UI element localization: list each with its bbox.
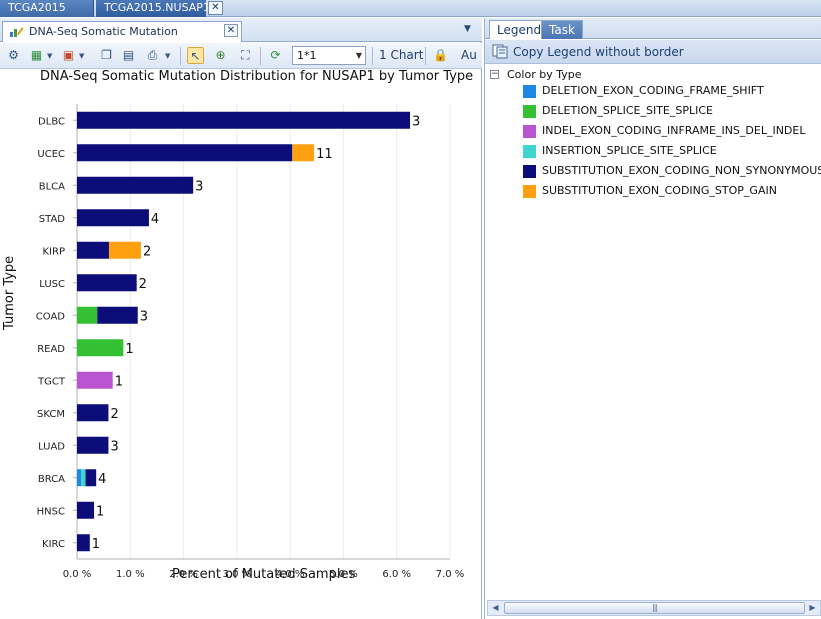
x-tick-label: 3.0 %	[223, 569, 252, 580]
legend-label: SUBSTITUTION_EXON_CODING_STOP_GAIN	[542, 184, 777, 197]
legend-swatch	[523, 185, 536, 198]
doc-tab-label: TCGA2015.NUSAP1	[104, 1, 210, 14]
data-label: 4	[151, 212, 159, 227]
bar-segment	[77, 404, 109, 422]
legend-swatch	[523, 125, 536, 138]
x-tick-label: 6.0 %	[382, 569, 411, 580]
data-label: 3	[412, 114, 420, 129]
bar-segment	[77, 306, 98, 324]
doc-tab-tcga2015-nusap1[interactable]: TCGA2015.NUSAP1	[96, 0, 210, 17]
bar-segment	[77, 371, 113, 389]
data-label: 4	[98, 472, 106, 487]
x-tick-label: 0.0 %	[63, 569, 92, 580]
y-tick-label: SKCM	[37, 409, 65, 420]
document-tab-strip: TCGA2015 TCGA2015.NUSAP1 ✕	[0, 0, 821, 17]
data-label: 1	[92, 537, 100, 552]
data-label: 2	[139, 277, 147, 292]
bar-segment	[77, 339, 124, 357]
y-tick-label: LUAD	[38, 441, 65, 452]
doc-tab-tcga2015[interactable]: TCGA2015	[0, 0, 94, 17]
data-label: 3	[140, 309, 148, 324]
x-tick-label: 5.0 %	[329, 569, 358, 580]
horizontal-scrollbar[interactable]: ◀ ||| ▶	[487, 600, 821, 616]
data-label: 1	[115, 374, 123, 389]
x-tick-label: 4.0 %	[276, 569, 305, 580]
collapse-icon[interactable]: −	[490, 70, 499, 79]
bar-segment	[77, 209, 149, 227]
y-tick-label: READ	[37, 344, 65, 355]
y-tick-label: DLBC	[38, 116, 65, 127]
legend-swatch	[523, 85, 536, 98]
legend-group-label: Color by Type	[507, 68, 582, 81]
scroll-left-icon[interactable]: ◀	[488, 601, 503, 615]
data-label: 11	[316, 147, 333, 162]
scrollbar-thumb[interactable]: |||	[504, 602, 805, 614]
legend-label: INSERTION_SPLICE_SITE_SPLICE	[542, 144, 717, 157]
legend-label: DELETION_EXON_CODING_FRAME_SHIFT	[542, 84, 764, 97]
bar-segment	[77, 176, 194, 194]
close-icon[interactable]: ✕	[208, 1, 223, 15]
data-label: 1	[96, 504, 104, 519]
x-tick-label: 2.0 %	[169, 569, 198, 580]
y-tick-label: KIRC	[42, 539, 65, 550]
data-label: 2	[143, 244, 151, 259]
data-label: 3	[195, 179, 203, 194]
y-tick-label: BLCA	[39, 181, 65, 192]
data-label: 2	[110, 407, 118, 422]
x-tick-label: 7.0 %	[436, 569, 465, 580]
data-label: 3	[110, 439, 118, 454]
scroll-right-icon[interactable]: ▶	[805, 601, 820, 615]
y-tick-label: LUSC	[39, 279, 65, 290]
data-label: 1	[125, 342, 133, 357]
legend-label: SUBSTITUTION_EXON_CODING_NON_SYNONYMOUS	[542, 164, 821, 177]
legend-pane-tab-row: Legend Task	[485, 18, 821, 39]
legend-pane: Legend Task Copy Legend without border −…	[484, 18, 821, 619]
bar-segment	[81, 469, 86, 487]
doc-tab-label: TCGA2015	[8, 1, 66, 14]
bar-segment	[77, 274, 137, 292]
bar-chart: 0.0 % 1.0 % 2.0 % 3.0 % 4.0 % 5.0 % 6.0 % 7.0 %…	[36, 104, 465, 580]
y-tick-label: COAD	[36, 311, 66, 322]
copy-legend-icon[interactable]	[492, 44, 508, 59]
y-tick-label: UCEC	[37, 149, 65, 160]
legend-label: DELETION_SPLICE_SITE_SPLICE	[542, 104, 713, 117]
tab-task[interactable]: Task	[541, 20, 583, 39]
copy-legend-button[interactable]: Copy Legend without border	[513, 45, 684, 59]
bar-segment	[77, 534, 90, 552]
bar-segment	[77, 436, 109, 454]
y-tick-label: KIRP	[43, 246, 66, 257]
bar-segment	[97, 306, 138, 324]
y-tick-label: HNSC	[37, 506, 65, 517]
legend-toolbar: Copy Legend without border	[485, 40, 821, 64]
bar-segment	[292, 144, 315, 162]
bar-segment	[77, 469, 82, 487]
y-tick-label: STAD	[39, 214, 66, 225]
legend-swatch	[523, 105, 536, 118]
bar-segment	[77, 501, 95, 519]
bar-segment	[85, 469, 97, 487]
legend-swatch	[523, 145, 536, 158]
x-tick-label: 1.0 %	[116, 569, 145, 580]
bar-segment	[77, 144, 293, 162]
bar-segment	[108, 241, 141, 259]
bar-segment	[77, 241, 109, 259]
legend-label: INDEL_EXON_CODING_INFRAME_INS_DEL_INDEL	[542, 124, 806, 137]
y-tick-label: BRCA	[38, 474, 65, 485]
y-tick-label: TGCT	[37, 376, 66, 387]
bar-segment	[77, 111, 411, 129]
legend-swatch	[523, 165, 536, 178]
